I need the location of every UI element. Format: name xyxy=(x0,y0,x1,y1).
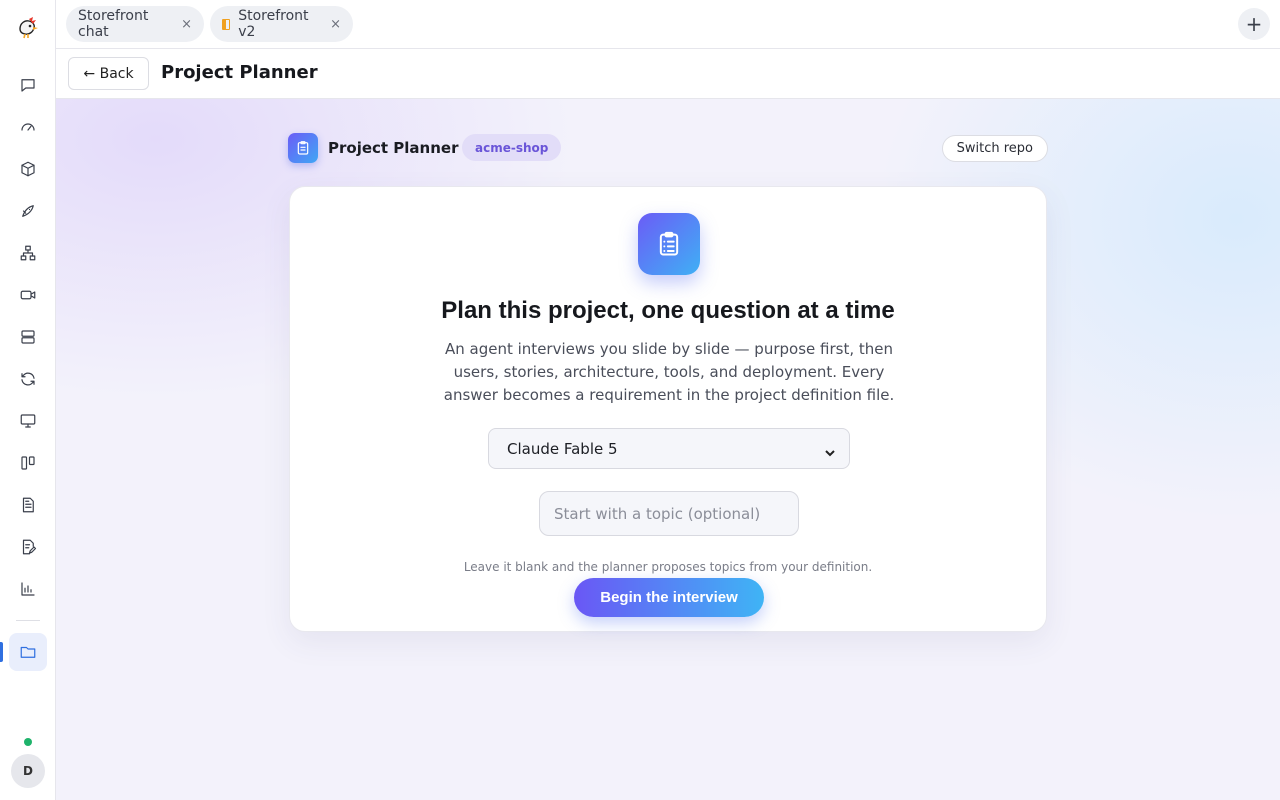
back-button[interactable]: ← Back xyxy=(68,57,149,90)
sitemap-icon[interactable] xyxy=(9,234,47,272)
close-icon[interactable]: × xyxy=(330,17,341,32)
repo-badge: acme-shop xyxy=(462,134,562,161)
folder-icon[interactable] xyxy=(9,633,47,671)
avatar[interactable]: D xyxy=(11,754,45,788)
panel-icon xyxy=(222,18,231,30)
bar-chart-icon[interactable] xyxy=(9,570,47,608)
refresh-icon[interactable] xyxy=(9,360,47,398)
planner-header: Project Planner acme-shop Switch repo xyxy=(288,133,1048,163)
tab-label: Storefront chat xyxy=(78,8,149,40)
switch-repo-button[interactable]: Switch repo xyxy=(941,135,1048,162)
model-select[interactable]: Claude Fable 5 xyxy=(488,428,850,469)
page-header: ← Back Project Planner xyxy=(56,49,1280,99)
begin-interview-button[interactable]: Begin the interview xyxy=(574,578,764,617)
gauge-icon[interactable] xyxy=(9,108,47,146)
monitor-icon[interactable] xyxy=(9,402,47,440)
tab-label: Storefront v2 xyxy=(238,8,309,40)
card-description: An agent interviews you slide by slide —… xyxy=(443,340,895,404)
tab-bar: Storefront chat × Storefront v2 × + xyxy=(56,0,1280,49)
active-indicator xyxy=(0,642,3,662)
clipboard-icon xyxy=(288,133,318,163)
package-icon[interactable] xyxy=(9,150,47,188)
online-status-dot xyxy=(24,738,32,746)
planner-title: Project Planner xyxy=(328,139,459,157)
chat-icon[interactable] xyxy=(9,66,47,104)
topic-input[interactable] xyxy=(539,491,799,536)
app-logo-icon[interactable] xyxy=(16,16,40,40)
server-icon[interactable] xyxy=(9,318,47,356)
page-title: Project Planner xyxy=(161,62,318,83)
topic-hint: Leave it blank and the planner proposes … xyxy=(463,560,873,574)
rail-divider xyxy=(16,620,40,621)
kanban-icon[interactable] xyxy=(9,444,47,482)
planner-card: Plan this project, one question at a tim… xyxy=(289,186,1047,632)
rocket-icon[interactable] xyxy=(9,192,47,230)
model-select-value: Claude Fable 5 xyxy=(507,439,618,458)
close-icon[interactable]: × xyxy=(181,17,192,32)
tab-storefront-v2[interactable]: Storefront v2 × xyxy=(210,6,353,42)
main-content: Project Planner acme-shop Switch repo Pl… xyxy=(56,99,1280,800)
clipboard-list-icon xyxy=(638,213,700,275)
add-tab-button[interactable]: + xyxy=(1238,8,1270,40)
document-icon[interactable] xyxy=(9,486,47,524)
tab-storefront-chat[interactable]: Storefront chat × xyxy=(66,6,204,42)
document-edit-icon[interactable] xyxy=(9,528,47,566)
chevron-down-icon xyxy=(825,444,835,456)
video-icon[interactable] xyxy=(9,276,47,314)
card-title: Plan this project, one question at a tim… xyxy=(441,297,895,324)
left-rail: D xyxy=(0,0,56,800)
